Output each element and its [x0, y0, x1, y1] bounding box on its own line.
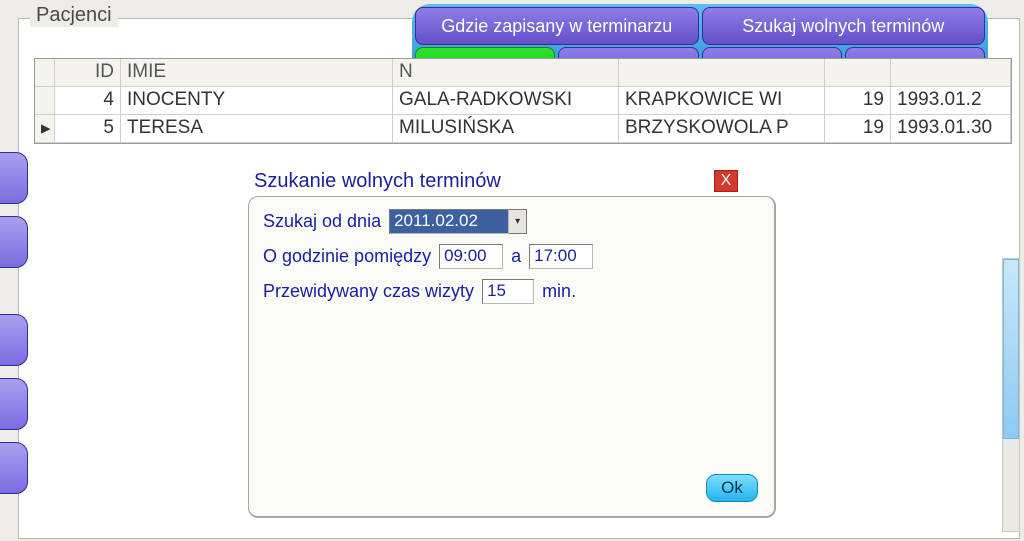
side-tab-3[interactable] — [0, 314, 28, 366]
duration-input[interactable]: 15 — [482, 279, 534, 304]
chevron-down-icon: ▾ — [515, 216, 520, 227]
button-label: Gdzie zapisany w terminarzu — [441, 16, 672, 36]
col-nazw[interactable]: N — [393, 59, 619, 87]
col-marker — [35, 59, 55, 87]
side-tab-1[interactable] — [0, 152, 28, 204]
cell-date: 1993.01.30 — [891, 115, 1011, 143]
side-tab-2[interactable] — [0, 216, 28, 268]
find-in-scheduler-button[interactable]: Gdzie zapisany w terminarzu — [415, 7, 699, 45]
cell-nazw: GALA-RADKOWSKI — [393, 87, 619, 115]
search-slots-dialog: Szukaj od dnia 2011.02.02 ▾ O godzinie p… — [248, 196, 776, 518]
vertical-scrollbar[interactable] — [1002, 258, 1020, 532]
col-date[interactable] — [891, 59, 1011, 87]
cell-date: 1993.01.2 — [891, 87, 1011, 115]
dialog-title: Szukanie wolnych terminów — [254, 170, 501, 193]
find-free-slots-button[interactable]: Szukaj wolnych terminów — [702, 7, 986, 45]
date-dropdown-button[interactable]: ▾ — [509, 209, 527, 234]
cell-imie: TERESA — [121, 115, 393, 143]
col-imie[interactable]: IMIE — [121, 59, 393, 87]
close-icon: X — [721, 172, 732, 189]
duration-label: Przewidywany czas wizyty — [263, 281, 474, 302]
col-id[interactable]: ID — [55, 59, 121, 87]
col-num[interactable] — [825, 59, 891, 87]
side-tab-4[interactable] — [0, 378, 28, 430]
patients-grid: ID IMIE N 4 INOCENTY GALA-RADKOWSKI KRAP… — [34, 58, 1012, 144]
frame-title: Pacjenci — [30, 4, 118, 27]
dialog-close-button[interactable]: X — [714, 170, 738, 192]
cell-id: 5 — [55, 115, 121, 143]
time-sep: a — [511, 246, 521, 267]
row-marker — [35, 87, 55, 115]
grid-header: ID IMIE N — [35, 59, 1011, 87]
table-row[interactable]: 4 INOCENTY GALA-RADKOWSKI KRAPKOWICE WI … — [35, 87, 1011, 115]
ok-button[interactable]: Ok — [706, 474, 758, 502]
cell-num: 19 — [825, 87, 891, 115]
cell-id: 4 — [55, 87, 121, 115]
scrollbar-thumb[interactable] — [1003, 259, 1019, 439]
table-row[interactable]: ▸ 5 TERESA MILUSIŃSKA BRZYSKOWOLA P 19 1… — [35, 115, 1011, 143]
side-tab-5[interactable] — [0, 442, 28, 494]
time-from-input[interactable]: 09:00 — [439, 244, 503, 269]
row-marker: ▸ — [35, 115, 55, 143]
cell-imie: INOCENTY — [121, 87, 393, 115]
col-mias[interactable] — [619, 59, 825, 87]
date-label: Szukaj od dnia — [263, 211, 381, 232]
time-to-input[interactable]: 17:00 — [529, 244, 593, 269]
cell-nazw: MILUSIŃSKA — [393, 115, 619, 143]
date-input[interactable]: 2011.02.02 — [389, 209, 509, 234]
time-label: O godzinie pomiędzy — [263, 246, 431, 267]
cell-mias: BRZYSKOWOLA P — [619, 115, 825, 143]
button-label: Ok — [721, 478, 743, 497]
cell-num: 19 — [825, 115, 891, 143]
cell-mias: KRAPKOWICE WI — [619, 87, 825, 115]
duration-unit: min. — [542, 281, 576, 302]
button-label: Szukaj wolnych terminów — [742, 16, 944, 36]
